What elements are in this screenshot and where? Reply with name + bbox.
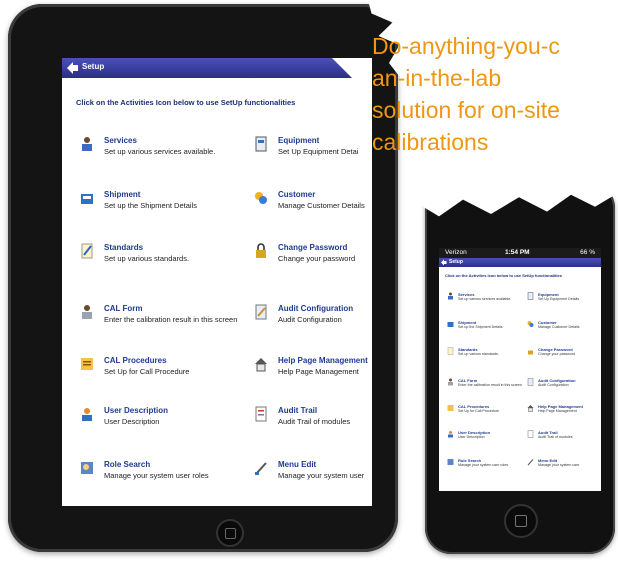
menu-item-menu-edit[interactable]: Menu Edit Manage your system user bbox=[254, 460, 372, 486]
iphone-screen: Verizon 1:54 PM 66 % Setup Click on the … bbox=[439, 248, 601, 491]
cal-form-icon bbox=[448, 378, 453, 386]
role-search-icon bbox=[81, 462, 93, 474]
menu-item-role-search[interactable]: Role Search Manage your system user roles bbox=[447, 458, 525, 472]
customer-icon bbox=[255, 192, 267, 204]
menu-item-equipment[interactable]: Equipment Set Up Equipment Detai bbox=[254, 136, 372, 162]
equipment-icon bbox=[527, 292, 534, 300]
menu-item-customer[interactable]: Customer Manage Customer Details bbox=[527, 320, 601, 334]
menu-item-shipment[interactable]: Shipment Set up the Shipment Details bbox=[80, 190, 225, 216]
ipad-screen: Setup Click on the Activities Icon below… bbox=[62, 58, 372, 506]
menu-item-user-description[interactable]: User Description User Description bbox=[80, 406, 225, 432]
menu-item-help-page-management[interactable]: Help Page Management Help Page Management bbox=[527, 404, 601, 418]
standards-icon bbox=[81, 243, 93, 259]
headline: Do-anything-you-c an-in-the-lab solution… bbox=[372, 33, 560, 155]
standards-icon bbox=[447, 347, 454, 355]
help-page-icon bbox=[255, 358, 267, 372]
menu-item-change-password[interactable]: Change Password Change your password bbox=[527, 347, 601, 361]
instruction-text: Click on the Activities Icon below to us… bbox=[445, 273, 562, 278]
page-title: Setup bbox=[82, 62, 105, 71]
menu-item-equipment[interactable]: Equipment Set Up Equipment Details bbox=[527, 292, 601, 306]
services-icon bbox=[448, 292, 453, 300]
iphone-home-button[interactable] bbox=[504, 504, 538, 538]
shipment-icon bbox=[81, 194, 93, 204]
menu-item-shipment[interactable]: Shipment Set up the Shipment Details bbox=[447, 320, 525, 334]
user-description-icon bbox=[448, 431, 453, 438]
title-bar: Setup bbox=[439, 258, 601, 267]
menu-item-audit-configuration[interactable]: Audit Configuration Audit Configuration bbox=[527, 378, 601, 392]
equipment-icon bbox=[255, 136, 267, 152]
menu-item-role-search[interactable]: Role Search Manage your system user role… bbox=[80, 460, 225, 486]
cal-form-icon bbox=[82, 305, 92, 319]
iphone-device: Verizon 1:54 PM 66 % Setup Click on the … bbox=[419, 178, 618, 554]
role-search-icon bbox=[447, 459, 454, 465]
menu-item-services[interactable]: Services Set up various services availab… bbox=[80, 136, 225, 162]
cal-procedures-icon bbox=[447, 405, 454, 411]
audit-trail-icon bbox=[255, 406, 267, 422]
menu-item-cal-form[interactable]: CAL Form Enter the calibration result in… bbox=[80, 304, 237, 330]
menu-edit-icon bbox=[255, 462, 267, 475]
menu-item-audit-configuration[interactable]: Audit Configuration Audit Configuration bbox=[254, 304, 372, 330]
menu-item-audit-trail[interactable]: Audit Trail Audit Trail of modules bbox=[527, 430, 601, 444]
menu-item-cal-procedures[interactable]: CAL Procedures Set Up for Call Procedure bbox=[80, 356, 225, 382]
menu-item-menu-edit[interactable]: Menu Edit Manage your system user bbox=[527, 458, 601, 472]
menu-item-help-page-management[interactable]: Help Page Management Help Page Managemen… bbox=[254, 356, 372, 382]
lock-icon bbox=[528, 350, 533, 355]
user-description-icon bbox=[82, 408, 92, 421]
services-icon bbox=[82, 137, 92, 151]
menu-item-change-password[interactable]: Change Password Change your password bbox=[254, 243, 372, 269]
back-arrow-icon[interactable] bbox=[65, 61, 79, 75]
ipad-device: Setup Click on the Activities Icon below… bbox=[8, 4, 398, 552]
audit-config-icon bbox=[527, 378, 534, 386]
menu-item-audit-trail[interactable]: Audit Trail Audit Trail of modules bbox=[254, 406, 372, 432]
instruction-text: Click on the Activities Icon below to us… bbox=[76, 98, 296, 107]
shipment-icon bbox=[447, 322, 454, 327]
menu-item-customer[interactable]: Customer Manage Customer Details bbox=[254, 190, 372, 216]
cal-procedures-icon bbox=[81, 358, 93, 370]
help-page-icon bbox=[527, 405, 534, 412]
status-bar: Verizon 1:54 PM 66 % bbox=[439, 248, 601, 258]
menu-item-services[interactable]: Services Set up various services availabl… bbox=[447, 292, 525, 306]
lock-icon bbox=[256, 243, 266, 258]
audit-trail-icon bbox=[527, 430, 534, 438]
title-bar: Setup bbox=[62, 58, 372, 78]
menu-edit-icon bbox=[527, 459, 534, 466]
menu-item-standards[interactable]: Standards Set up various standards. bbox=[80, 243, 225, 269]
menu-item-standards[interactable]: Standards Set up various standards. bbox=[447, 347, 525, 361]
customer-icon bbox=[527, 321, 534, 327]
ipad-home-button[interactable] bbox=[216, 519, 244, 547]
menu-item-cal-form[interactable]: CAL Form Enter the calibration result in … bbox=[447, 378, 525, 392]
menu-item-cal-procedures[interactable]: CAL Procedures Set Up for Call Procedure bbox=[447, 404, 525, 418]
menu-item-user-description[interactable]: User Description User Description bbox=[447, 430, 525, 444]
audit-config-icon bbox=[255, 304, 267, 320]
back-arrow-icon[interactable] bbox=[440, 259, 447, 266]
torn-paper-effect-phone bbox=[419, 178, 618, 217]
